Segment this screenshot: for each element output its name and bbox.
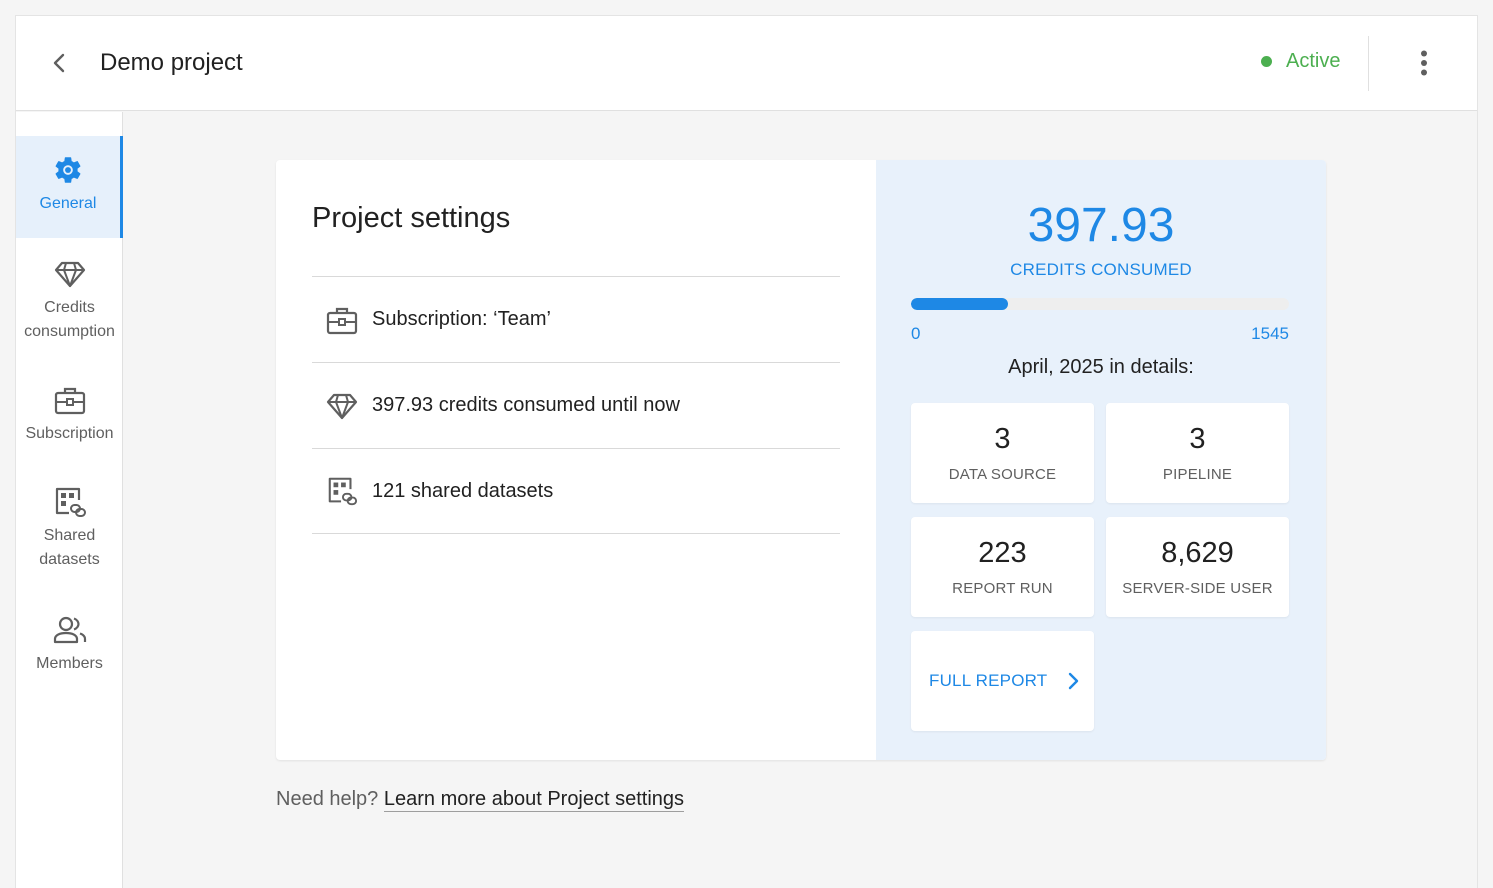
stat-value: 3	[994, 423, 1011, 455]
credits-consumed-value: 397.93	[1027, 199, 1175, 252]
shared-dataset-icon	[53, 486, 87, 518]
chevron-right-icon	[1069, 672, 1079, 690]
subscription-row: Subscription: ‘Team’	[312, 276, 840, 362]
diamond-icon	[54, 258, 86, 290]
back-button[interactable]	[44, 48, 74, 78]
sidebar-item-label: Shared datasets	[39, 527, 100, 568]
shared-datasets-row: 121 shared datasets	[312, 448, 840, 534]
shared-dataset-icon	[326, 475, 358, 507]
gear-icon	[52, 154, 84, 186]
credits-panel: 397.93 CREDITS CONSUMED 0 1545 April, 20…	[876, 160, 1326, 760]
sidebar-item-label: General	[39, 195, 97, 212]
help-link[interactable]: Learn more about Project settings	[383, 788, 685, 812]
sidebar: General Credits consumption Subscription…	[16, 112, 123, 888]
stat-value: 223	[978, 537, 1027, 569]
settings-panel: Project settings Subscription: ‘Team’ 39…	[276, 160, 876, 760]
status-dot-icon	[1261, 56, 1272, 67]
project-settings-card: Project settings Subscription: ‘Team’ 39…	[276, 160, 1326, 760]
help-prefix: Need help?	[276, 788, 379, 810]
subscription-text: Subscription: ‘Team’	[372, 308, 551, 330]
briefcase-icon	[326, 304, 358, 336]
stat-pipeline: 3 PIPELINE	[1106, 403, 1289, 503]
credits-text: 397.93 credits consumed until now	[372, 394, 680, 416]
header-divider	[1368, 36, 1369, 91]
stat-report-run: 223 REPORT RUN	[911, 517, 1094, 617]
sidebar-item-label: Members	[36, 655, 103, 672]
credits-row: 397.93 credits consumed until now	[312, 362, 840, 448]
credits-progress-bar	[911, 298, 1289, 310]
shared-datasets-text: 121 shared datasets	[372, 479, 554, 502]
page-title: Demo project	[100, 49, 243, 76]
stat-label: REPORT RUN	[952, 580, 1053, 597]
members-icon	[52, 614, 88, 646]
more-options-button[interactable]	[1409, 48, 1439, 78]
sidebar-item-shared-datasets[interactable]: Shared datasets	[16, 486, 123, 596]
stat-label: DATA SOURCE	[948, 466, 1057, 483]
sidebar-item-label: Credits consumption	[24, 299, 115, 340]
more-vertical-icon	[1421, 50, 1427, 76]
details-title: April, 2025 in details:	[1008, 356, 1194, 378]
app-header: Demo project Active	[16, 16, 1477, 111]
sidebar-item-credits-consumption[interactable]: Credits consumption	[16, 258, 123, 368]
stat-data-source: 3 DATA SOURCE	[911, 403, 1094, 503]
sidebar-item-general[interactable]: General	[16, 136, 123, 238]
full-report-label: FULL REPORT	[929, 671, 1048, 690]
status-indicator: Active	[1261, 50, 1340, 73]
app-frame: Demo project Active General Credits cons…	[15, 15, 1478, 888]
help-text: Need help? Learn more about Project sett…	[276, 788, 685, 812]
credits-consumed-label: CREDITS CONSUMED	[1010, 260, 1192, 279]
status-label: Active	[1286, 50, 1341, 72]
sidebar-item-subscription[interactable]: Subscription	[16, 384, 123, 464]
briefcase-icon	[54, 384, 86, 416]
sidebar-item-members[interactable]: Members	[16, 614, 123, 694]
settings-title: Project settings	[312, 202, 511, 234]
progress-min-label: 0	[911, 324, 921, 343]
stat-label: PIPELINE	[1162, 466, 1233, 483]
full-report-button[interactable]: FULL REPORT	[911, 631, 1094, 731]
sidebar-item-label: Subscription	[25, 425, 114, 442]
stat-value: 8,629	[1161, 537, 1234, 569]
stat-server-side-user: 8,629 SERVER-SIDE USER	[1106, 517, 1289, 617]
stat-label: SERVER-SIDE USER	[1122, 580, 1273, 597]
stat-value: 3	[1189, 423, 1206, 455]
credits-progress-fill	[911, 298, 1009, 310]
diamond-icon	[326, 390, 358, 422]
chevron-left-icon	[53, 53, 65, 73]
progress-max-label: 1545	[1251, 324, 1289, 343]
